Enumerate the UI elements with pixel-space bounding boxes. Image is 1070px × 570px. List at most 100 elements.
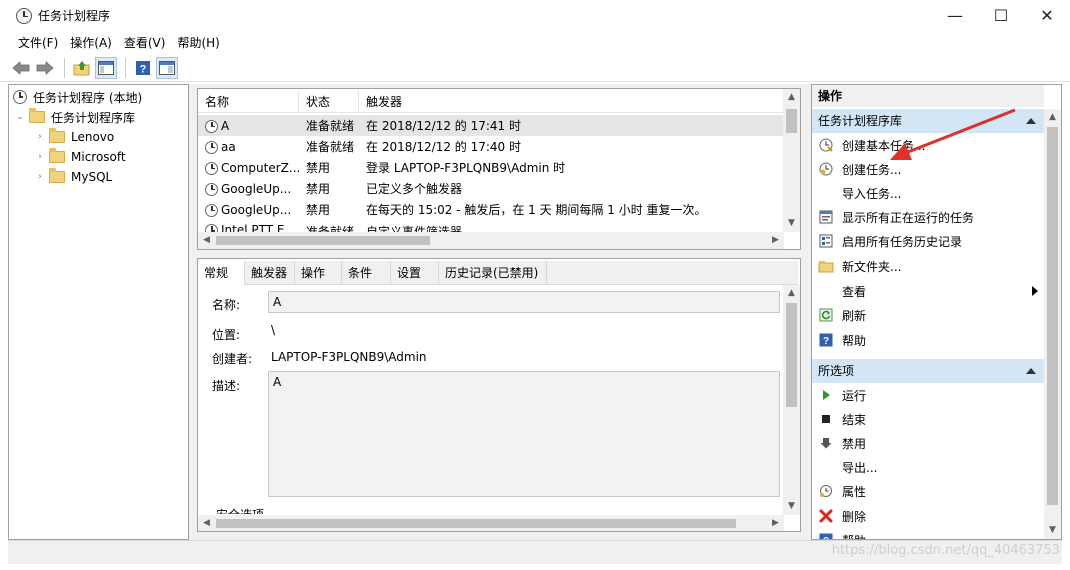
scroll-up-arrow-icon[interactable]: ▲	[783, 89, 800, 106]
scroll-up-arrow-icon[interactable]: ▲	[783, 285, 800, 302]
scroll-right-arrow-icon[interactable]: ▶	[767, 515, 784, 531]
chevron-down-icon[interactable]: ⌄	[15, 112, 25, 122]
scroll-down-arrow-icon[interactable]: ▼	[783, 498, 800, 515]
detail-tabs: 常规 触发器 操作 条件 设置 历史记录(已禁用)	[198, 261, 798, 285]
description-field[interactable]: A	[268, 371, 780, 497]
tree-folder-mysql[interactable]: › MySQL	[35, 167, 112, 187]
chevron-right-icon[interactable]: ›	[35, 152, 45, 162]
action-create-task[interactable]: 创建任务...	[812, 157, 1044, 181]
scroll-down-arrow-icon[interactable]: ▼	[783, 215, 800, 232]
refresh-icon	[818, 307, 834, 323]
history-icon	[818, 233, 834, 249]
chevron-right-icon[interactable]: ›	[35, 132, 45, 142]
task-scheduler-clock-icon	[16, 7, 32, 24]
back-arrow-icon	[12, 60, 30, 75]
detail-vertical-scrollbar[interactable]: ▲ ▼	[783, 285, 800, 515]
section-selected-item[interactable]: 所选项	[812, 359, 1044, 383]
table-row[interactable]: ComputerZ... 禁用 登录 LAPTOP-F3PLQNB9\Admin…	[198, 157, 784, 178]
up-level-button[interactable]	[71, 57, 93, 79]
action-new-folder[interactable]: 新文件夹...	[812, 254, 1044, 278]
tree-folder-microsoft[interactable]: › Microsoft	[35, 147, 126, 167]
chevron-right-icon[interactable]: ›	[35, 172, 45, 182]
detail-horizontal-scrollbar[interactable]: ◀ ▶	[198, 515, 784, 531]
help-button[interactable]: ?	[132, 57, 154, 79]
action-enable-history[interactable]: 启用所有任务历史记录	[812, 229, 1044, 253]
action-disable[interactable]: 禁用	[812, 431, 1044, 455]
scrollbar-thumb[interactable]	[1047, 127, 1058, 505]
svg-text:?: ?	[823, 336, 829, 347]
tree-folder-lenovo[interactable]: › Lenovo	[35, 127, 114, 147]
column-header-name[interactable]: 名称	[198, 91, 299, 113]
menu-help[interactable]: 帮助(H)	[171, 34, 225, 51]
actions-vertical-scrollbar[interactable]: ▲ ▼	[1044, 109, 1061, 539]
tab-actions[interactable]: 操作	[295, 261, 342, 285]
task-name: A	[221, 118, 230, 133]
task-trigger: 登录 LAPTOP-F3PLQNB9\Admin 时	[366, 161, 566, 175]
tree-root[interactable]: 任务计划程序 (本地)	[13, 87, 142, 107]
author-value: LAPTOP-F3PLQNB9\Admin	[271, 350, 427, 364]
action-show-running-tasks[interactable]: 显示所有正在运行的任务	[812, 205, 1044, 229]
scroll-left-arrow-icon[interactable]: ◀	[198, 515, 215, 531]
scroll-down-arrow-icon[interactable]: ▼	[1044, 522, 1061, 539]
scrollbar-thumb[interactable]	[786, 303, 797, 407]
svg-text:?: ?	[140, 63, 147, 75]
action-properties[interactable]: 属性	[812, 479, 1044, 503]
maximize-button[interactable]: ☐	[978, 0, 1024, 31]
properties-pane-button[interactable]	[156, 56, 178, 79]
action-export[interactable]: 导出...	[812, 455, 1044, 479]
collapse-triangle-icon[interactable]	[1026, 368, 1036, 374]
minimize-button[interactable]: —	[932, 0, 978, 31]
tab-general[interactable]: 常规	[198, 261, 245, 285]
properties-icon	[818, 483, 834, 499]
action-help-selected[interactable]: ? 帮助	[812, 528, 1044, 539]
scroll-left-arrow-icon[interactable]: ◀	[198, 232, 215, 249]
column-header-status[interactable]: 状态	[299, 91, 359, 113]
menu-action[interactable]: 操作(A)	[64, 34, 118, 51]
back-button[interactable]	[10, 57, 32, 79]
task-trigger: 在 2018/12/12 的 17:41 时	[366, 119, 522, 133]
tab-triggers[interactable]: 触发器	[245, 261, 295, 285]
name-field[interactable]: A	[268, 291, 780, 313]
folder-icon	[49, 128, 65, 143]
collapse-triangle-icon[interactable]	[1026, 118, 1036, 124]
action-end[interactable]: 结束	[812, 407, 1044, 431]
task-detail-panel: 常规 触发器 操作 条件 设置 历史记录(已禁用) 名称: A 位置: \ 创建…	[197, 258, 801, 532]
table-row[interactable]: GoogleUp... 禁用 在每天的 15:02 - 触发后，在 1 天 期间…	[198, 199, 784, 220]
menu-file[interactable]: 文件(F)	[12, 34, 64, 51]
tab-conditions[interactable]: 条件	[342, 261, 391, 285]
scrollbar-thumb[interactable]	[216, 519, 736, 528]
task-list-horizontal-scrollbar[interactable]: ◀ ▶	[198, 232, 784, 249]
tree-folder-label: Microsoft	[71, 150, 126, 164]
table-row[interactable]: A 准备就绪 在 2018/12/12 的 17:41 时	[198, 115, 784, 136]
menu-view[interactable]: 查看(V)	[118, 34, 172, 51]
scrollbar-thumb[interactable]	[786, 109, 797, 133]
action-run[interactable]: 运行	[812, 383, 1044, 407]
forward-button[interactable]	[34, 57, 56, 79]
scroll-right-arrow-icon[interactable]: ▶	[767, 232, 784, 249]
close-button[interactable]: ✕	[1024, 0, 1070, 31]
task-status: 禁用	[306, 182, 331, 196]
task-list-vertical-scrollbar[interactable]: ▲ ▼	[783, 89, 800, 232]
scrollbar-thumb[interactable]	[216, 236, 430, 245]
description-label: 描述:	[212, 379, 241, 393]
task-status: 准备就绪	[306, 140, 355, 154]
action-create-basic-task[interactable]: 创建基本任务...	[812, 133, 1044, 157]
action-delete[interactable]: 删除	[812, 504, 1044, 528]
table-row[interactable]: GoogleUp... 禁用 已定义多个触发器	[198, 178, 784, 199]
table-row[interactable]: Intel PTT E... 准备就绪 自定义事件筛选器	[198, 220, 784, 232]
section-scheduler-library[interactable]: 任务计划程序库	[812, 109, 1044, 133]
table-row[interactable]: aa 准备就绪 在 2018/12/12 的 17:40 时	[198, 136, 784, 157]
action-import-task[interactable]: 导入任务...	[812, 181, 1044, 205]
action-label: 帮助	[842, 532, 866, 539]
tree-library[interactable]: ⌄ 任务计划程序库	[15, 107, 142, 127]
column-header-trigger[interactable]: 触发器	[359, 91, 784, 113]
action-help[interactable]: ? 帮助	[812, 328, 1044, 352]
scroll-up-arrow-icon[interactable]: ▲	[1044, 109, 1061, 126]
tab-settings[interactable]: 设置	[391, 261, 439, 285]
tab-history[interactable]: 历史记录(已禁用)	[439, 261, 547, 285]
show-hide-pane-button[interactable]	[95, 56, 117, 79]
action-view[interactable]: 查看	[812, 279, 1044, 303]
action-refresh[interactable]: 刷新	[812, 303, 1044, 327]
new-folder-icon	[818, 258, 834, 274]
navigation-tree: 任务计划程序 (本地) ⌄ 任务计划程序库 › Lenovo › Microso…	[8, 84, 189, 540]
